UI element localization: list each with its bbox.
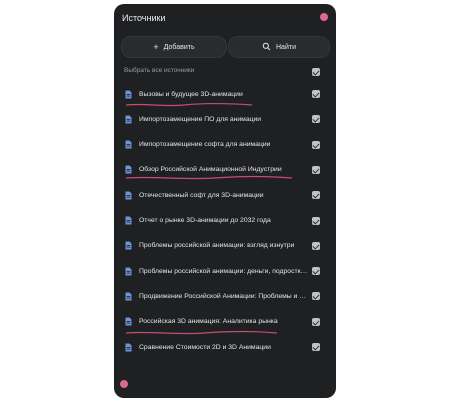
underline-annotation (125, 175, 293, 180)
source-item[interactable]: Сравнение Стоимости 2D и 3D Анимации (123, 339, 328, 355)
source-label: Отчет о рынке 3D-анимации до 2032 года (139, 217, 271, 224)
source-checkbox[interactable] (312, 343, 320, 351)
find-source-button[interactable]: Найти (228, 36, 330, 58)
source-checkbox[interactable] (312, 165, 320, 174)
add-source-label: Добавить (163, 43, 195, 51)
source-checkbox[interactable] (312, 241, 320, 250)
source-label: Проблемы российской анимации: деньги, по… (139, 267, 309, 275)
source-item[interactable]: Российская 3D анимация: Аналитика рынка (123, 314, 328, 330)
source-checkbox[interactable] (312, 191, 320, 200)
source-label: Продвижение Российской Анимации: Проблем… (139, 292, 309, 300)
source-checkbox[interactable] (312, 115, 320, 124)
document-icon (125, 343, 132, 352)
panel-title: Источники (122, 13, 166, 23)
source-item[interactable]: Отчет о рынке 3D-анимации до 2032 года (123, 213, 328, 229)
source-item[interactable]: Проблемы российской анимации: деньги, по… (123, 263, 328, 279)
document-icon (125, 115, 132, 124)
source-label: Обзор Российской Анимационной Индустрии (139, 166, 282, 174)
select-all-label: Выбрать все источники (124, 67, 195, 74)
source-item[interactable]: Импортозамещение софта для анимации (123, 137, 328, 153)
source-label: Сравнение Стоимости 2D и 3D Анимации (139, 343, 271, 351)
source-label: Российская 3D анимация: Аналитика рынка (139, 318, 278, 326)
sources-panel: Источники + Добавить Найти Выбрать все и… (114, 4, 336, 398)
source-item[interactable]: Продвижение Российской Анимации: Проблем… (123, 288, 328, 304)
bottom-corner-dot (120, 380, 128, 388)
source-label: Проблемы российской анимации: взгляд изн… (139, 242, 295, 250)
top-corner-dot (320, 13, 328, 21)
source-checkbox[interactable] (312, 90, 320, 98)
document-icon (125, 241, 132, 250)
source-checkbox[interactable] (312, 216, 320, 225)
source-item[interactable]: Проблемы российской анимации: взгляд изн… (123, 238, 328, 254)
source-item[interactable]: Импортозамещение ПО для анимации (123, 111, 328, 127)
document-icon (125, 165, 132, 174)
document-icon (125, 216, 132, 225)
search-icon (262, 42, 271, 53)
source-checkbox[interactable] (312, 267, 320, 276)
source-checkbox[interactable] (312, 140, 320, 149)
document-icon (125, 191, 132, 200)
find-source-label: Найти (276, 43, 296, 51)
source-item[interactable]: Отечественный софт для 3D-анимации (123, 187, 328, 203)
document-icon (125, 292, 132, 301)
plus-icon: + (153, 41, 159, 52)
source-checkbox[interactable] (312, 292, 320, 301)
document-icon (125, 267, 132, 276)
underline-annotation (125, 330, 278, 335)
source-label: Вызовы и будущее 3D-анимации (139, 90, 243, 98)
source-label: Импортозамещение софта для анимации (139, 141, 271, 149)
document-icon (125, 317, 132, 326)
select-all-checkbox[interactable] (312, 68, 320, 76)
document-icon (125, 90, 132, 99)
source-label: Импортозамещение ПО для анимации (139, 115, 262, 123)
underline-annotation (125, 102, 253, 107)
source-label: Отечественный софт для 3D-анимации (139, 191, 264, 199)
add-source-button[interactable]: + Добавить (121, 36, 227, 58)
source-checkbox[interactable] (312, 317, 320, 326)
source-item[interactable]: Вызовы и будущее 3D-анимации (123, 86, 328, 102)
document-icon (125, 140, 132, 149)
